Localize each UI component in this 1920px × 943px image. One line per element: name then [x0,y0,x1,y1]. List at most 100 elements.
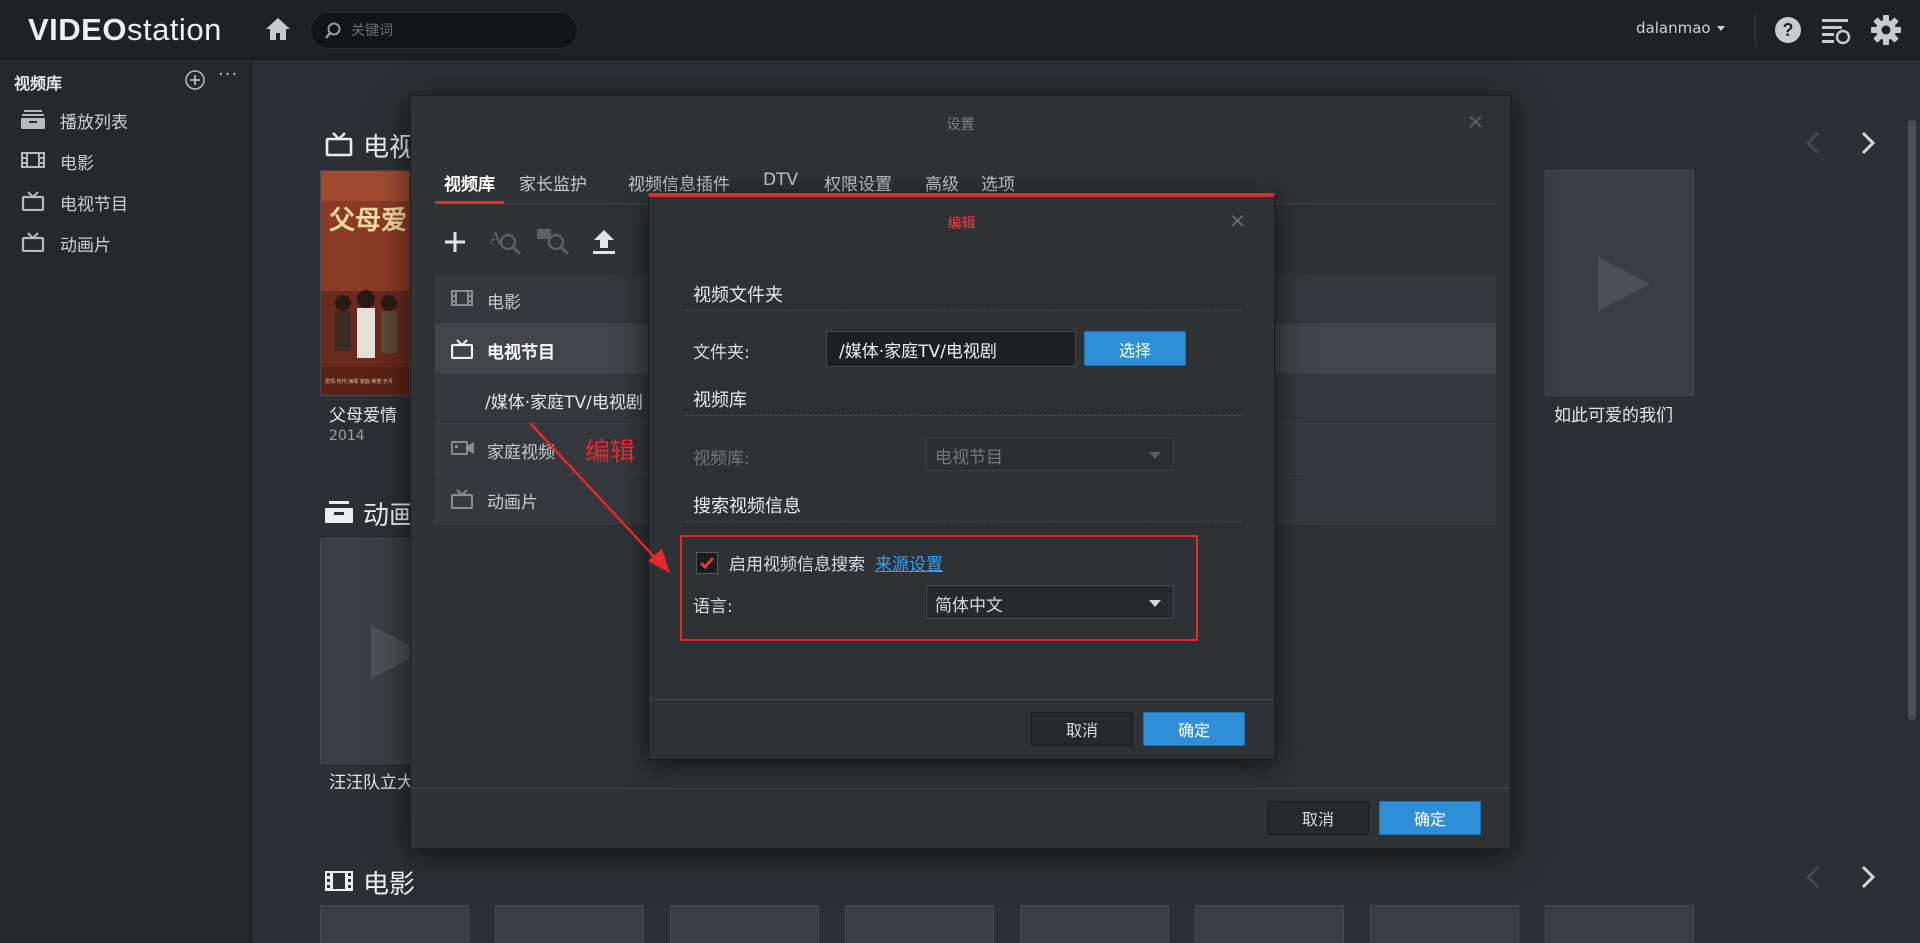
library-row-label: 动画片 [487,493,538,513]
tv-icon [325,132,353,157]
annotation-highlight-box [680,535,1198,641]
re-index-icon[interactable]: A [489,226,523,256]
poster-parents-love[interactable]: 父母爱 爱情·时代·演绎 家庭·荣誉·岁月 [320,170,410,396]
tv-icon [21,232,45,252]
section-divider [685,310,1241,311]
poster-movie[interactable] [495,905,644,943]
tab-parental-control[interactable]: 家长监护 [519,166,587,204]
poster-title: 汪汪队立大 [329,773,414,793]
user-name: dalanmao [1636,19,1711,37]
task-list-icon[interactable] [1820,14,1852,46]
select-folder-button[interactable]: 选择 [1084,331,1186,366]
playlist-icon [325,501,353,523]
app-logo: VIDEOstation [28,12,222,48]
settings-ok-button[interactable]: 确定 [1379,801,1481,835]
svg-text:A: A [489,228,502,248]
tv-icon [21,191,45,211]
sidebar-item-label: 电影 [60,154,94,174]
chevron-left-icon[interactable] [1802,129,1826,157]
library-row-label: 电视节目 [487,343,555,363]
more-options-icon[interactable]: ··· [218,64,238,85]
section-divider [685,415,1241,416]
edit-cancel-button[interactable]: 取消 [1031,712,1133,746]
poster-title: 父母爱情 [329,406,397,426]
section-title-text: 电视 [363,133,416,163]
edit-ok-button[interactable]: 确定 [1143,712,1245,746]
tv-icon [451,489,473,509]
chevron-left-icon[interactable] [1802,863,1826,891]
sidebar-item-animation[interactable]: 动画片 [0,222,251,262]
search-info-icon[interactable] [537,226,571,256]
settings-title: 设置 [946,117,975,133]
user-menu[interactable]: dalanmao [1636,19,1725,37]
search-icon [325,22,341,39]
library-select-value: 电视节目 [935,448,1003,468]
sidebar-item-label: 播放列表 [60,113,128,133]
library-select: 电视节目 [926,437,1174,471]
poster-art-caption: 爱情·时代·演绎 家庭·荣誉·岁月 [325,378,393,385]
poster-movie[interactable] [670,905,819,943]
play-placeholder-icon [1598,257,1650,311]
annotation-label: 编辑 [585,437,636,466]
search-input[interactable] [351,18,566,44]
library-label: 视频库: [693,449,750,469]
close-icon[interactable]: ✕ [1229,209,1246,233]
section-title-text: 动画 [363,501,416,531]
poster-paw-patrol[interactable] [320,538,410,764]
poster-movie[interactable] [1195,905,1344,943]
tv-icon [451,339,473,359]
edit-dialog-footer: 取消 确定 [649,699,1274,759]
add-library-icon[interactable] [184,69,206,91]
close-icon[interactable]: ✕ [1467,110,1484,134]
page-scrollbar[interactable] [1908,120,1916,720]
playlist-icon [21,110,45,129]
film-icon [325,871,353,891]
section-title-text: 电影 [363,870,416,900]
chevron-right-icon[interactable] [1855,129,1879,157]
section-heading-library: 视频库 [693,390,747,411]
search-box[interactable] [310,12,578,49]
home-icon[interactable] [263,14,293,44]
settings-cancel-button[interactable]: 取消 [1267,801,1369,835]
help-icon[interactable]: ? [1772,14,1804,46]
tab-video-library[interactable]: 视频库 [435,166,504,204]
poster-movie[interactable] [320,905,469,943]
toolbar-divider [1755,14,1756,46]
library-folder-path: /媒体·家庭TV/电视剧 [485,393,643,413]
sidebar-item-playlist[interactable]: 播放列表 [0,99,251,139]
section-heading-folder: 视频文件夹 [693,285,783,306]
add-icon[interactable] [443,230,467,254]
upload-icon[interactable] [591,228,617,256]
library-row-label: 电影 [487,293,521,313]
chevron-down-icon [1716,26,1725,31]
library-row-label: 家庭视频 [487,443,555,463]
camcorder-icon [451,441,474,455]
sidebar: 视频库 ··· 播放列表 电影 电视节目 动画片 [0,61,252,943]
section-divider [685,521,1241,522]
chevron-right-icon[interactable] [1855,863,1879,891]
settings-footer: 取消 确定 [411,788,1510,848]
sidebar-title: 视频库 [14,74,63,93]
gear-icon[interactable] [1870,14,1902,46]
logo-station-text: station [126,12,222,47]
edit-library-dialog: 编辑 ✕ 视频文件夹 文件夹: 选择 视频库 视频库: 电视节目 搜索视频信息 … [648,193,1275,760]
poster-year: 2014 [329,428,365,444]
sidebar-item-tv-shows[interactable]: 电视节目 [0,181,251,221]
folder-path-input[interactable] [826,331,1076,367]
poster-movie[interactable] [1370,905,1519,943]
section-heading-search: 搜索视频信息 [693,496,801,517]
poster-title: 如此可爱的我们 [1554,406,1673,426]
film-icon [451,290,473,306]
sidebar-item-label: 动画片 [60,236,111,256]
poster-such-lovely-us[interactable] [1545,170,1694,396]
poster-movie[interactable] [1020,905,1169,943]
chevron-down-icon [1149,452,1161,459]
sidebar-item-movies[interactable]: 电影 [0,140,251,180]
play-placeholder-icon [371,625,409,679]
poster-movie[interactable] [1545,905,1694,943]
logo-video-text: VIDEO [28,12,127,47]
film-icon [21,152,45,168]
poster-art-text: 父母爱 [329,206,407,236]
poster-movie[interactable] [845,905,994,943]
top-bar: VIDEOstation dalanmao ? [0,0,1920,60]
